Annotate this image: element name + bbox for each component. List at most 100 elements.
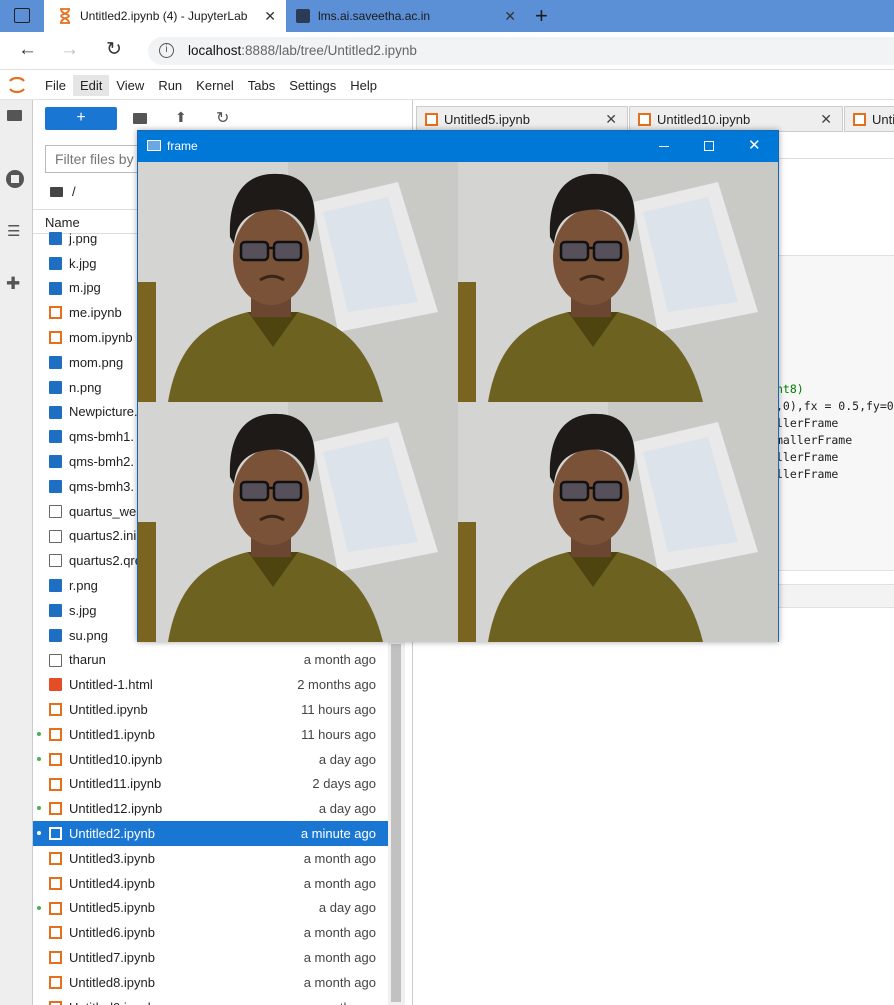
- url-field[interactable]: i localhost:8888/lab/tree/Untitled2.ipyn…: [148, 37, 894, 65]
- file-name: Untitled6.ipynb: [69, 925, 155, 941]
- file-row[interactable]: Untitled4.ipynb a month ago: [33, 871, 388, 896]
- menu-settings[interactable]: Settings: [282, 75, 343, 96]
- extensions-icon[interactable]: ✚: [6, 274, 20, 294]
- file-row[interactable]: Untitled-1.html 2 months ago: [33, 672, 388, 697]
- menu-view[interactable]: View: [109, 75, 151, 96]
- table-of-contents-icon[interactable]: ☰: [7, 222, 20, 240]
- file-name: Untitled3.ipynb: [69, 850, 155, 866]
- file-name: s.jpg: [69, 602, 97, 618]
- file-name: j.png: [69, 230, 98, 246]
- left-sidebar-strip: ☰ ✚: [0, 100, 33, 1005]
- notebook-file-icon: [49, 703, 62, 717]
- file-row[interactable]: Untitled6.ipynb a month ago: [33, 920, 388, 945]
- new-tab-icon[interactable]: +: [535, 3, 548, 29]
- video-quadrant-bottom-right: [458, 402, 778, 642]
- menu-run[interactable]: Run: [151, 75, 189, 96]
- text-file-icon: [49, 554, 62, 568]
- code-line-6: llerFrame: [776, 467, 839, 481]
- menu-help[interactable]: Help: [343, 75, 384, 96]
- breadcrumb: /: [50, 184, 76, 199]
- image-file-icon: [49, 604, 62, 617]
- close-window-icon[interactable]: ✕: [748, 136, 761, 154]
- file-row[interactable]: Untitled1.ipynb 11 hours ago: [33, 722, 388, 747]
- file-modified: 2 months ago: [297, 677, 376, 693]
- breadcrumb-path[interactable]: /: [72, 184, 76, 199]
- file-row[interactable]: Untitled9.ipynb a month ago: [33, 995, 388, 1005]
- doc-tab-untitled5[interactable]: Untitled5.ipynb ✕: [416, 106, 628, 132]
- file-row[interactable]: Untitled3.ipynb a month ago: [33, 846, 388, 871]
- file-name: quartus_we: [69, 503, 137, 519]
- upload-icon[interactable]: ⬆: [175, 109, 187, 126]
- jupyter-menubar: File Edit View Run Kernel Tabs Settings …: [0, 71, 894, 100]
- code-line-4: mallerFrame: [776, 433, 853, 447]
- code-line-2: ,0),fx = 0.5,fy=0: [776, 399, 894, 413]
- notebook-file-icon: [49, 1000, 62, 1005]
- file-name: Untitled10.ipynb: [69, 751, 163, 767]
- file-name: Untitled11.ipynb: [69, 776, 162, 792]
- browser-tab-lms[interactable]: lms.ai.saveetha.ac.in ✕: [288, 0, 526, 32]
- notebook-file-icon: [49, 901, 62, 915]
- close-tab-icon[interactable]: ✕: [504, 8, 516, 25]
- window-title: frame: [167, 139, 198, 153]
- doc-tab-untitled10[interactable]: Untitled10.ipynb ✕: [629, 106, 843, 132]
- file-modified: a month ago: [303, 652, 376, 668]
- menu-kernel[interactable]: Kernel: [189, 75, 241, 96]
- maximize-icon[interactable]: [704, 141, 714, 151]
- file-name: Untitled-1.html: [69, 677, 153, 693]
- notebook-file-icon: [49, 852, 62, 865]
- file-modified: a minute ago: [300, 826, 376, 842]
- address-bar: ← → ↻ i localhost:8888/lab/tree/Untitled…: [0, 32, 894, 70]
- file-row[interactable]: tharun a month ago: [33, 648, 388, 673]
- image-file-icon: [49, 356, 62, 369]
- code-line-1: nt8): [776, 382, 804, 396]
- running-kernels-icon[interactable]: [6, 170, 24, 188]
- running-indicator-icon: [37, 756, 41, 761]
- file-name: Newpicture.: [69, 404, 138, 420]
- file-row[interactable]: Untitled10.ipynb a day ago: [33, 747, 388, 772]
- doc-tab-partial[interactable]: Unti: [844, 106, 894, 132]
- code-cell[interactable]: [778, 255, 894, 571]
- video-quadrant-top-right: [458, 162, 778, 402]
- back-icon[interactable]: ←: [18, 39, 37, 61]
- new-launcher-button[interactable]: +: [45, 107, 117, 130]
- menu-tabs[interactable]: Tabs: [241, 75, 282, 96]
- close-tab-icon[interactable]: ✕: [820, 111, 832, 128]
- video-quadrant-top-left: [138, 162, 458, 402]
- file-name: Untitled2.ipynb: [69, 826, 155, 842]
- file-row[interactable]: Untitled2.ipynb a minute ago: [33, 821, 388, 846]
- refresh-icon[interactable]: ↻: [216, 108, 229, 128]
- close-tab-icon[interactable]: ✕: [264, 8, 276, 25]
- minimize-icon[interactable]: [659, 146, 669, 147]
- new-folder-icon[interactable]: [133, 113, 147, 124]
- reload-icon[interactable]: ↻: [106, 38, 122, 61]
- text-file-icon: [49, 504, 62, 518]
- code-line-3: llerFrame: [776, 416, 839, 430]
- file-name: Untitled.ipynb: [69, 702, 148, 718]
- file-row[interactable]: Untitled12.ipynb a day ago: [33, 796, 388, 821]
- browser-tab-title: Untitled2.ipynb (4) - JupyterLab: [80, 9, 248, 23]
- opencv-frame-window[interactable]: frame ✕: [137, 130, 779, 642]
- image-file-icon: [49, 628, 62, 642]
- file-row[interactable]: Untitled.ipynb 11 hours ago: [33, 697, 388, 722]
- window-titlebar[interactable]: frame ✕: [138, 131, 778, 161]
- notebook-file-icon: [49, 926, 62, 940]
- doc-tab-label: Untitled5.ipynb: [444, 111, 530, 127]
- folder-icon[interactable]: [50, 186, 63, 197]
- menu-edit[interactable]: Edit: [72, 74, 110, 96]
- webcam-person-image: [138, 402, 458, 642]
- folder-icon[interactable]: [7, 110, 22, 121]
- file-row[interactable]: Untitled7.ipynb a month ago: [33, 945, 388, 970]
- tab-actions-icon[interactable]: [14, 8, 30, 23]
- file-row[interactable]: Untitled8.ipynb a month ago: [33, 970, 388, 995]
- notebook-file-icon: [49, 728, 62, 741]
- file-row[interactable]: Untitled11.ipynb 2 days ago: [33, 772, 388, 797]
- scrollbar-thumb[interactable]: [391, 644, 401, 1002]
- menu-file[interactable]: File: [38, 75, 73, 96]
- forward-icon[interactable]: →: [60, 39, 79, 61]
- close-tab-icon[interactable]: ✕: [605, 111, 617, 128]
- notebook-file-icon: [49, 951, 62, 965]
- image-file-icon: [49, 405, 62, 419]
- image-file-icon: [49, 256, 62, 270]
- browser-tab-jupyter[interactable]: Untitled2.ipynb (4) - JupyterLab ✕: [44, 0, 286, 32]
- file-row[interactable]: Untitled5.ipynb a day ago: [33, 896, 388, 921]
